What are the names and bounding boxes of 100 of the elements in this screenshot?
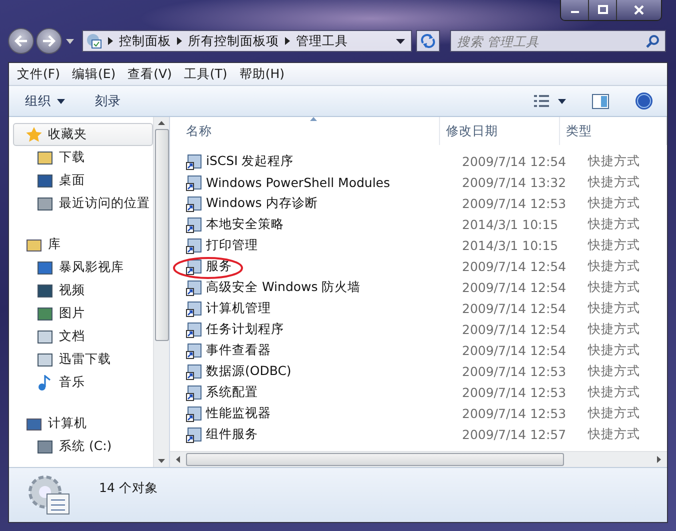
star-icon (26, 126, 42, 142)
scroll-up-icon[interactable] (158, 121, 165, 125)
table-cell-text: 快捷方式 (586, 321, 641, 338)
maximize-button[interactable] (589, 0, 617, 20)
forward-button[interactable] (36, 28, 62, 54)
shortcut-icon (186, 364, 202, 380)
menu-item[interactable]: 查看(V) (128, 66, 172, 82)
table-cell-text: 2014/3/1 10:15 (461, 238, 560, 253)
dropdown-arrow-icon[interactable] (396, 38, 405, 44)
scrollbar-thumb[interactable] (186, 453, 564, 466)
breadcrumb-item[interactable]: 所有控制面板项 (188, 32, 279, 50)
close-button[interactable] (617, 0, 661, 20)
table-cell-text: 2009/7/14 12:54 (461, 322, 568, 337)
sidebar-item[interactable]: 暴风影视库 (13, 256, 153, 279)
column-header[interactable]: 修改日期 (440, 117, 560, 145)
table-cell-text: 2009/7/14 12:53 (461, 406, 568, 421)
table-cell-text: 2014/3/1 10:15 (461, 217, 560, 232)
table-cell-text: 快捷方式 (586, 426, 641, 443)
shortcut-icon (186, 426, 202, 442)
file-name[interactable]: Windows PowerShell Modules (206, 175, 390, 190)
scroll-left-icon[interactable] (176, 456, 180, 463)
sidebar-header[interactable]: 计算机 (13, 412, 153, 435)
file-name[interactable]: Windows 内存诊断 (206, 195, 318, 212)
toolbar-button[interactable]: 刻录 (87, 90, 129, 112)
breadcrumb-item[interactable]: 管理工具 (296, 32, 348, 50)
sidebar-item[interactable]: 最近访问的位置 (13, 192, 153, 215)
search-field[interactable]: 搜索 管理工具 (450, 30, 666, 52)
close-icon[interactable] (633, 5, 645, 15)
scroll-down-icon[interactable] (158, 459, 165, 463)
table-cell-text: 快捷方式 (586, 153, 641, 170)
sidebar-item[interactable]: 桌面 (13, 169, 153, 192)
caret-icon[interactable] (558, 98, 566, 104)
breadcrumb-arrow-icon[interactable] (285, 37, 290, 45)
column-header[interactable]: 类型 (560, 117, 667, 145)
help-icon[interactable] (635, 92, 653, 110)
file-name[interactable]: 本地安全策略 (206, 216, 284, 233)
table-cell-text: 2009/7/14 12:54 (461, 343, 568, 358)
sidebar-item[interactable]: 音乐 (13, 371, 153, 394)
table-cell-text: 快捷方式 (586, 363, 641, 380)
address-bar[interactable]: 控制面板 所有控制面板项 管理工具 (82, 30, 412, 52)
table-cell-text: 快捷方式 (586, 300, 641, 317)
sidebar-item[interactable]: 视频 (13, 279, 153, 302)
maximize-icon[interactable] (598, 5, 608, 15)
file-name[interactable]: 性能监视器 (206, 405, 271, 422)
menu-item[interactable]: 帮助(H) (239, 66, 284, 82)
shortcut-icon (186, 280, 202, 296)
menu-item[interactable]: 文件(F) (17, 66, 60, 82)
shortcut-icon (186, 174, 202, 190)
file-name[interactable]: 打印管理 (206, 237, 258, 254)
shortcut-icon (186, 216, 202, 232)
back-button[interactable] (8, 28, 34, 54)
menu-item[interactable]: 编辑(E) (72, 66, 116, 82)
search-input[interactable]: 搜索 管理工具 (457, 31, 646, 51)
shortcut-icon (186, 238, 202, 254)
sidebar-item[interactable]: 系统 (C:) (13, 435, 153, 458)
sidebar-item[interactable]: 迅雷下载 (13, 348, 153, 371)
table-cell-text: 快捷方式 (586, 216, 641, 233)
scrollbar[interactable] (170, 451, 667, 467)
file-name[interactable]: 数据源(ODBC) (206, 363, 292, 380)
table-cell-text: 2009/7/14 12:57 (461, 427, 568, 442)
scrollbar[interactable] (153, 117, 169, 467)
scroll-right-icon[interactable] (657, 456, 661, 463)
shortcut-icon (186, 406, 202, 422)
toolbar-button[interactable]: 组织 (17, 90, 73, 112)
table-cell-text: 2009/7/14 12:53 (461, 196, 568, 211)
table-cell-text: 2009/7/14 12:53 (461, 385, 568, 400)
sidebar-header[interactable]: 收藏夹 (13, 123, 153, 146)
sidebar-item[interactable]: 图片 (13, 302, 153, 325)
file-name[interactable]: 高级安全 Windows 防火墙 (206, 279, 361, 296)
file-name[interactable]: 任务计划程序 (206, 321, 284, 338)
file-name[interactable]: 系统配置 (206, 384, 258, 401)
table-cell-text: 2009/7/14 12:54 (461, 259, 568, 274)
breadcrumb-arrow-icon[interactable] (177, 37, 182, 45)
table-cell-text: 快捷方式 (586, 258, 641, 275)
file-name[interactable]: 计算机管理 (206, 300, 271, 317)
control-panel-icon (86, 33, 102, 49)
breadcrumb-arrow-icon[interactable] (108, 37, 113, 45)
sidebar-item[interactable]: 下载 (13, 146, 153, 169)
file-name[interactable]: 组件服务 (206, 426, 258, 443)
view-list-icon[interactable] (534, 95, 550, 107)
sidebar-item[interactable]: 文档 (13, 325, 153, 348)
preview-pane-icon[interactable] (592, 94, 609, 108)
table-cell-text: 快捷方式 (586, 405, 641, 422)
minimize-button[interactable] (561, 0, 589, 20)
file-name[interactable]: iSCSI 发起程序 (206, 153, 294, 170)
breadcrumb-item[interactable]: 控制面板 (119, 32, 171, 50)
scrollbar-thumb[interactable] (154, 129, 168, 341)
shortcut-icon (186, 322, 202, 338)
column-header[interactable]: 名称 (170, 117, 440, 145)
history-dropdown-icon[interactable] (66, 38, 74, 44)
table-cell-text: 快捷方式 (586, 237, 641, 254)
table-cell-text: 2009/7/14 12:54 (461, 154, 568, 169)
shortcut-icon (186, 154, 202, 170)
file-name[interactable]: 事件查看器 (206, 342, 271, 359)
table-cell-text: 2009/7/14 12:54 (461, 301, 568, 316)
shortcut-icon (186, 384, 202, 400)
sidebar-header[interactable]: 库 (13, 233, 153, 256)
refresh-button[interactable] (416, 30, 440, 52)
shortcut-icon (186, 196, 202, 212)
menu-item[interactable]: 工具(T) (184, 66, 228, 82)
